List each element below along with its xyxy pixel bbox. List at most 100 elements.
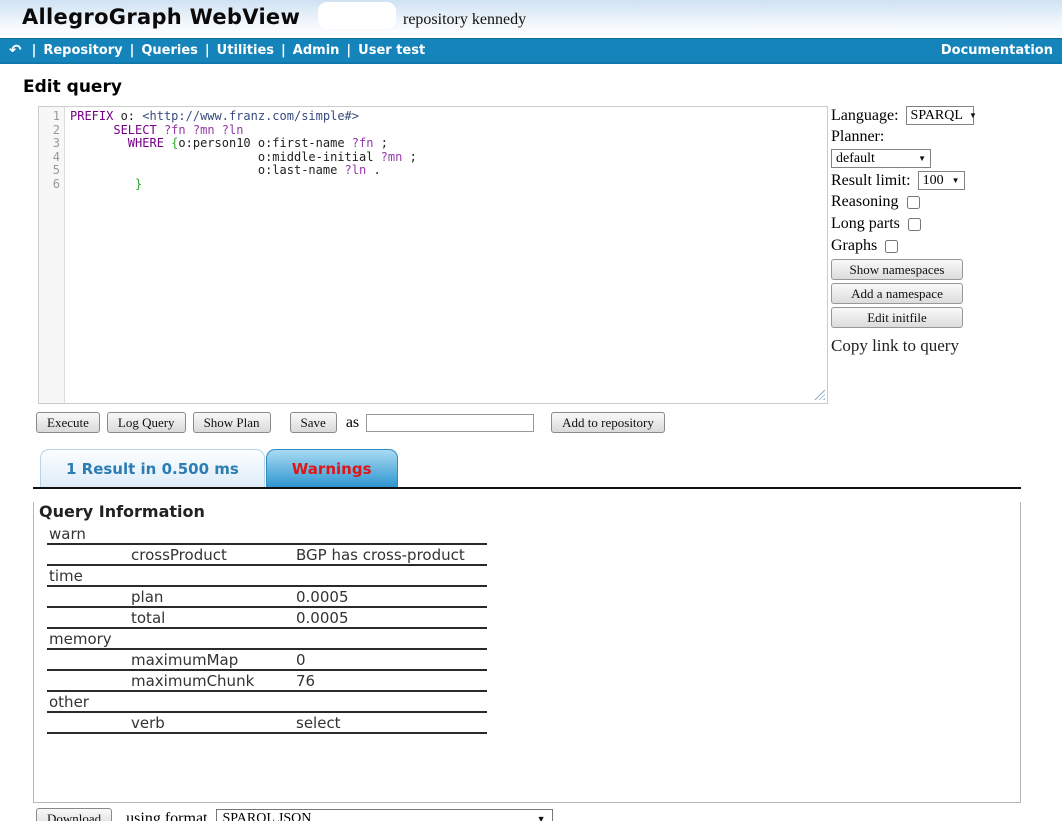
save-button[interactable]: Save — [290, 412, 337, 433]
code-line: SELECT ?fn ?mn ?ln — [70, 124, 417, 138]
planner-select-value: default — [836, 151, 875, 167]
query-editor[interactable]: 123456 PREFIX o: <http://www.franz.com/s… — [38, 106, 828, 404]
nav-separator: | — [205, 43, 210, 58]
nav-separator: | — [130, 43, 135, 58]
language-select[interactable]: SPARQL ▼ — [906, 106, 974, 125]
code-token: PREFIX — [70, 109, 113, 123]
section-label: time — [47, 567, 83, 585]
table-row-crossproduct: crossProductBGP has cross-product — [47, 545, 487, 566]
table-row-total: total0.0005 — [47, 608, 487, 629]
execute-button[interactable]: Execute — [36, 412, 100, 433]
repository-label: repository kennedy — [403, 11, 526, 29]
app-header: AllegroGraph WebView repository kennedy — [0, 0, 1062, 38]
result-limit-label: Result limit: — [831, 172, 911, 190]
add-a-namespace-button[interactable]: Add a namespace — [831, 283, 963, 304]
format-select[interactable]: SPARQL JSON ▼ — [216, 809, 553, 821]
code-token: . — [366, 163, 380, 177]
section-label: other — [47, 693, 89, 711]
result-limit-select-value: 100 — [923, 173, 944, 189]
code-token — [157, 123, 164, 137]
main-nav: ↶ |Repository|Queries|Utilities|Admin|Us… — [0, 38, 1062, 64]
query-options-panel: Language: SPARQL ▼ Planner: default ▼ Re… — [831, 106, 1062, 356]
edit-initfile-button[interactable]: Edit initfile — [831, 307, 963, 328]
reasoning-checkbox[interactable] — [907, 196, 920, 209]
row-key: verb — [131, 714, 296, 732]
code-lines[interactable]: PREFIX o: <http://www.franz.com/simple#>… — [65, 107, 417, 403]
code-line: WHERE {o:person10 o:first-name ?fn ; — [70, 137, 417, 151]
editor-gutter: 123456 — [39, 107, 65, 403]
code-token: WHERE — [128, 136, 164, 150]
reasoning-option: Reasoning — [831, 193, 1062, 211]
code-token — [186, 123, 193, 137]
code-token: o: — [113, 109, 142, 123]
chevron-down-icon: ▼ — [952, 176, 960, 185]
long-parts-label: Long parts — [831, 215, 900, 233]
nav-separator: | — [32, 43, 37, 58]
graphs-label: Graphs — [831, 237, 877, 255]
row-key: total — [131, 609, 296, 627]
planner-label: Planner: — [831, 128, 884, 146]
nav-item-repository[interactable]: Repository — [43, 43, 122, 58]
row-value: 0 — [296, 651, 487, 669]
nav-item-user-test[interactable]: User test — [358, 43, 425, 58]
line-number: 2 — [39, 124, 60, 138]
code-token: ; — [402, 150, 416, 164]
code-token: SELECT — [113, 123, 156, 137]
query-info-table: warncrossProductBGP has cross-producttim… — [47, 524, 487, 734]
results-panel: Query Information warncrossProductBGP ha… — [33, 502, 1021, 803]
code-token: ?ln — [345, 163, 367, 177]
tab-results[interactable]: 1 Result in 0.500 ms — [40, 449, 265, 487]
row-value: 0.0005 — [296, 588, 487, 606]
table-row-maximumchunk: maximumChunk76 — [47, 671, 487, 692]
nav-documentation-link[interactable]: Documentation — [941, 43, 1053, 58]
line-number: 3 — [39, 137, 60, 151]
table-row-maximummap: maximumMap0 — [47, 650, 487, 671]
tab-warnings[interactable]: Warnings — [266, 449, 398, 487]
nav-separator: | — [281, 43, 286, 58]
row-value: select — [296, 714, 487, 732]
code-token: o:middle-initial — [70, 150, 381, 164]
chevron-down-icon: ▼ — [537, 814, 546, 821]
nav-item-admin[interactable]: Admin — [293, 43, 340, 58]
table-section-warn: warn — [47, 524, 487, 545]
download-button[interactable]: Download — [36, 808, 112, 821]
line-number: 1 — [39, 110, 60, 124]
graphs-checkbox[interactable] — [885, 240, 898, 253]
format-label: using format — [126, 810, 207, 821]
line-number: 5 — [39, 164, 60, 178]
code-token — [70, 136, 128, 150]
editor-row: 123456 PREFIX o: <http://www.franz.com/s… — [38, 106, 1062, 404]
code-line: } — [70, 178, 417, 192]
code-token — [215, 123, 222, 137]
editor-resize-grip[interactable] — [814, 389, 825, 400]
table-row-verb: verbselect — [47, 713, 487, 734]
code-token: ?fn — [164, 123, 186, 137]
add-to-repository-button[interactable]: Add to repository — [551, 412, 665, 433]
line-number: 4 — [39, 151, 60, 165]
show-plan-button[interactable]: Show Plan — [193, 412, 271, 433]
nav-item-queries[interactable]: Queries — [141, 43, 198, 58]
download-row: Download using format SPARQL JSON ▼ — [36, 808, 1062, 821]
page-title: Edit query — [23, 77, 1062, 97]
show-namespaces-button[interactable]: Show namespaces — [831, 259, 963, 280]
row-value: 76 — [296, 672, 487, 690]
log-query-button[interactable]: Log Query — [107, 412, 186, 433]
line-number: 6 — [39, 178, 60, 192]
back-arrow-icon[interactable]: ↶ — [9, 43, 22, 58]
long-parts-checkbox[interactable] — [908, 218, 921, 231]
copy-link-to-query[interactable]: Copy link to query — [831, 336, 959, 356]
app-title: AllegroGraph WebView — [22, 5, 300, 29]
namespace-buttons: Show namespaces Add a namespace Edit initf… — [831, 259, 1062, 328]
row-key: crossProduct — [131, 546, 296, 564]
table-section-time: time — [47, 566, 487, 587]
code-token — [70, 177, 135, 191]
planner-select[interactable]: default ▼ — [831, 149, 931, 168]
save-as-input[interactable] — [366, 414, 534, 432]
nav-item-utilities[interactable]: Utilities — [217, 43, 274, 58]
query-actions: Execute Log Query Show Plan Save as Add … — [36, 412, 1062, 433]
query-info-heading: Query Information — [39, 502, 1020, 521]
main-content: Edit query 123456 PREFIX o: <http://www.… — [0, 77, 1062, 821]
row-key: plan — [131, 588, 296, 606]
format-select-value: SPARQL JSON — [223, 811, 312, 821]
result-limit-select[interactable]: 100 ▼ — [918, 171, 965, 190]
